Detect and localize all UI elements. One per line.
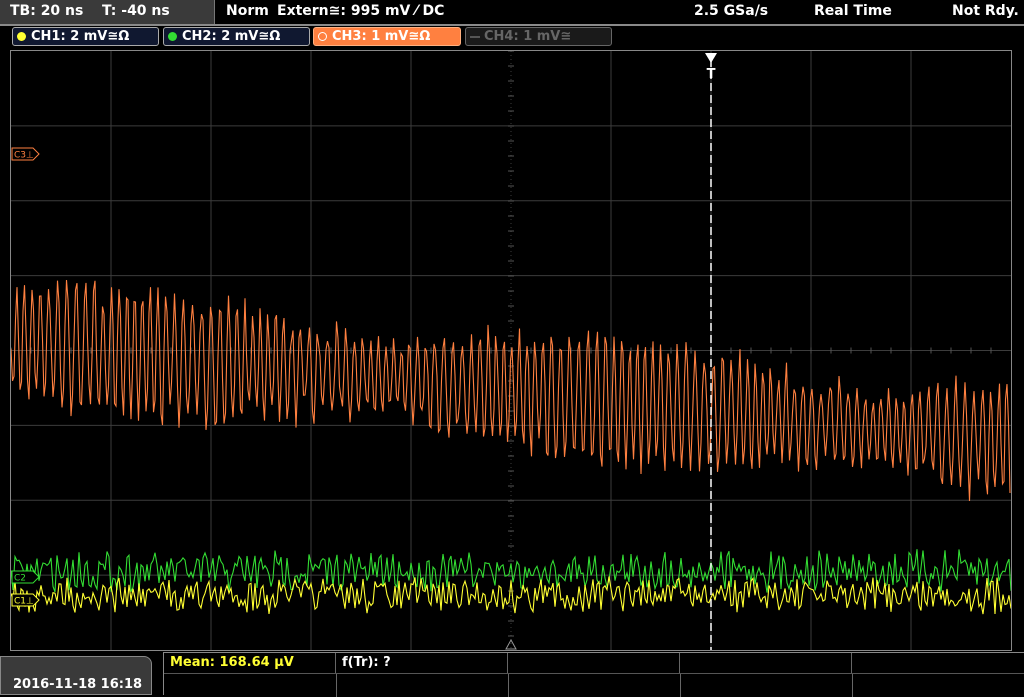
trigger-mode-label[interactable]: Norm (226, 3, 269, 19)
tab-ch3-label: CH3: 1 mV≅Ω (332, 29, 431, 44)
timebase-label[interactable]: TB: 20 ns (10, 3, 83, 19)
bottom-status-bar: 2016-11-18 16:18 Mean: 168.64 µV f(Tr): … (0, 652, 1024, 697)
measurement-slot-5[interactable] (852, 653, 1024, 673)
measurement-row-2 (164, 673, 1024, 697)
waveform-display[interactable]: T C3⊥ C2 C1⊥ (10, 50, 1012, 651)
trigger-arrow-icon[interactable] (705, 53, 717, 63)
trigger-marker-label: T (707, 67, 716, 82)
tab-ch3[interactable]: CH3: 1 mV≅Ω (313, 27, 461, 46)
ch3-dot-icon (318, 32, 327, 41)
graticule (11, 51, 1011, 650)
measurement-slot-3[interactable] (508, 653, 680, 673)
tab-ch2-label: CH2: 2 mV≅Ω (182, 29, 281, 44)
datetime-label: 2016-11-18 16:18 (13, 677, 143, 692)
frequency-measurement[interactable]: f(Tr): ? (336, 653, 508, 673)
tab-ch4[interactable]: CH4: 1 mV≅ (465, 27, 612, 46)
measurement-slot-4[interactable] (680, 653, 852, 673)
sample-rate-label[interactable]: 2.5 GSa/s (694, 3, 768, 19)
svg-text:C3⊥: C3⊥ (14, 151, 34, 161)
acquisition-mode-label[interactable]: Real Time (814, 3, 892, 19)
acquisition-status-label: Not Rdy. (952, 3, 1019, 19)
measurement-panel[interactable]: Mean: 168.64 µV f(Tr): ? (163, 652, 1024, 697)
svg-text:C2: C2 (14, 574, 26, 584)
tab-ch4-label: CH4: 1 mV≅ (484, 29, 572, 44)
svg-text:C1⊥: C1⊥ (14, 597, 34, 607)
ch4-disabled-icon (470, 36, 480, 38)
ch3-offset-marker[interactable]: C3⊥ (11, 147, 40, 161)
tab-ch1-label: CH1: 2 mV≅Ω (31, 29, 130, 44)
ch1-dot-icon (17, 32, 26, 41)
waveform-canvas[interactable]: T C3⊥ C2 C1⊥ (11, 51, 1011, 650)
tab-ch2[interactable]: CH2: 2 mV≅Ω (163, 27, 310, 46)
mean-measurement[interactable]: Mean: 168.64 µV (164, 653, 336, 673)
ch2-offset-marker[interactable]: C2 (11, 570, 40, 584)
tab-ch1[interactable]: CH1: 2 mV≅Ω (12, 27, 159, 46)
trigger-time-label[interactable]: T: -40 ns (102, 3, 170, 19)
ch1-offset-marker[interactable]: C1⊥ (11, 593, 40, 607)
datetime-box: 2016-11-18 16:18 (0, 656, 152, 695)
horizontal-settings[interactable]: TB: 20 ns T: -40 ns (0, 0, 215, 24)
trigger-source-label[interactable]: Extern≅: 995 mV ⁄ DC (277, 3, 444, 19)
channel-tabs: CH1: 2 mV≅Ω CH2: 2 mV≅Ω CH3: 1 mV≅Ω CH4:… (0, 26, 1024, 48)
ch2-dot-icon (168, 32, 177, 41)
top-status-bar: TB: 20 ns T: -40 ns Norm Extern≅: 995 mV… (0, 0, 1024, 25)
